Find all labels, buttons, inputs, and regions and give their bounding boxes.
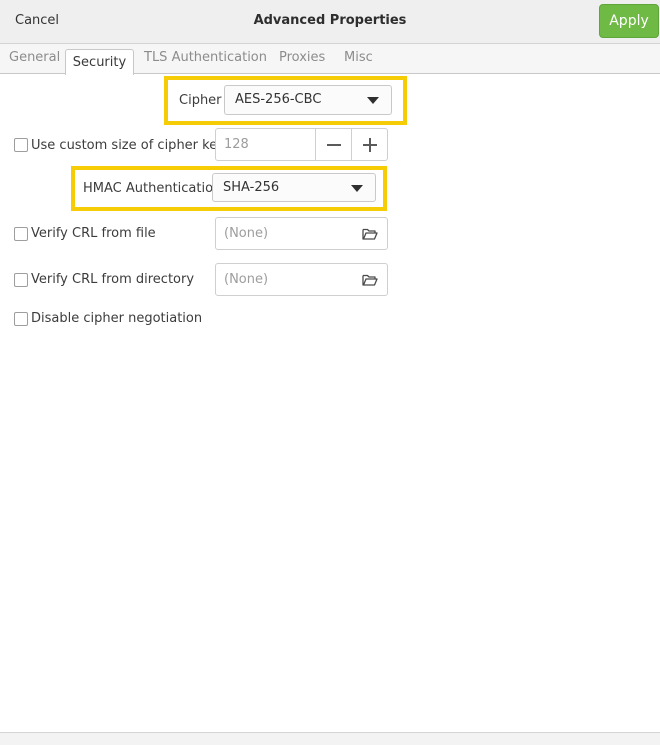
plus-icon-vertical [369,138,371,152]
verify-crl-directory-label: Verify CRL from directory [31,272,195,287]
apply-button[interactable]: Apply [599,4,659,38]
dialog-footer [0,732,660,745]
crl-directory-chooser[interactable]: (None) [215,263,388,296]
tab-misc[interactable]: Misc [344,50,373,65]
crl-directory-value: (None) [224,272,269,287]
folder-open-icon [362,273,378,291]
cipher-dropdown[interactable]: AES-256-CBC [224,85,392,115]
verify-crl-file-checkbox[interactable] [14,227,28,241]
cipher-label: Cipher [179,93,222,108]
dropdown-arrow-icon [367,97,379,104]
tab-tls-authentication[interactable]: TLS Authentication [144,50,267,65]
disable-negotiation-checkbox[interactable] [14,312,28,326]
key-size-spinbutton: 128 [215,128,388,161]
tab-proxies[interactable]: Proxies [279,50,325,65]
verify-crl-directory-checkbox[interactable] [14,273,28,287]
minus-icon [327,144,341,146]
tab-general[interactable]: General [9,50,60,65]
custom-key-size-label: Use custom size of cipher key [31,138,225,153]
folder-open-icon [362,227,378,245]
dialog-title: Advanced Properties [253,13,407,28]
crl-file-chooser[interactable]: (None) [215,217,388,250]
hmac-value: SHA-256 [223,180,280,195]
disable-negotiation-label: Disable cipher negotiation [31,311,203,326]
custom-key-size-checkbox[interactable] [14,138,28,152]
dropdown-arrow-icon [351,185,363,192]
key-size-input[interactable]: 128 [224,137,249,152]
verify-crl-file-label: Verify CRL from file [31,226,156,241]
hmac-dropdown[interactable]: SHA-256 [212,173,376,202]
decrement-button[interactable] [315,129,351,160]
tab-bar: General Security TLS Authentication Prox… [0,44,660,75]
hmac-label: HMAC Authentication [83,181,222,196]
tab-security[interactable]: Security [65,49,134,75]
crl-file-value: (None) [224,226,269,241]
cipher-value: AES-256-CBC [235,92,322,107]
increment-button[interactable] [351,129,387,160]
header-bar: Cancel Advanced Properties Apply [0,0,660,44]
